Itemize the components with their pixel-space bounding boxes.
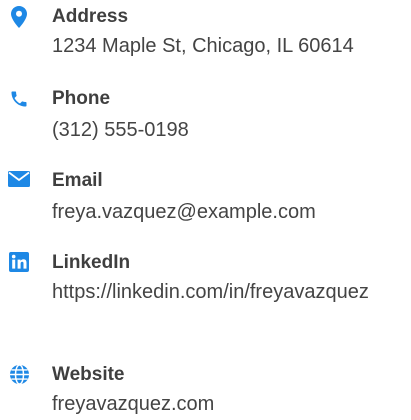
address-label: Address — [52, 6, 129, 27]
envelope-icon — [8, 168, 30, 190]
email-value: freya.vazquez@example.com — [52, 201, 316, 223]
phone-label: Phone — [52, 88, 111, 109]
phone-value: (312) 555-0198 — [52, 119, 189, 141]
website-label: Website — [52, 364, 125, 385]
linkedin-value: https://linkedin.com/in/freyavazquez — [52, 281, 369, 303]
website-value: freyavazquez.com — [52, 393, 215, 415]
linkedin-label: LinkedIn — [52, 252, 131, 273]
phone-icon — [8, 88, 30, 110]
email-label: Email — [52, 170, 103, 191]
globe-icon — [8, 363, 30, 385]
address-value: 1234 Maple St, Chicago, IL 60614 — [52, 35, 354, 57]
linkedin-icon — [8, 251, 30, 273]
map-pin-icon — [8, 6, 30, 28]
